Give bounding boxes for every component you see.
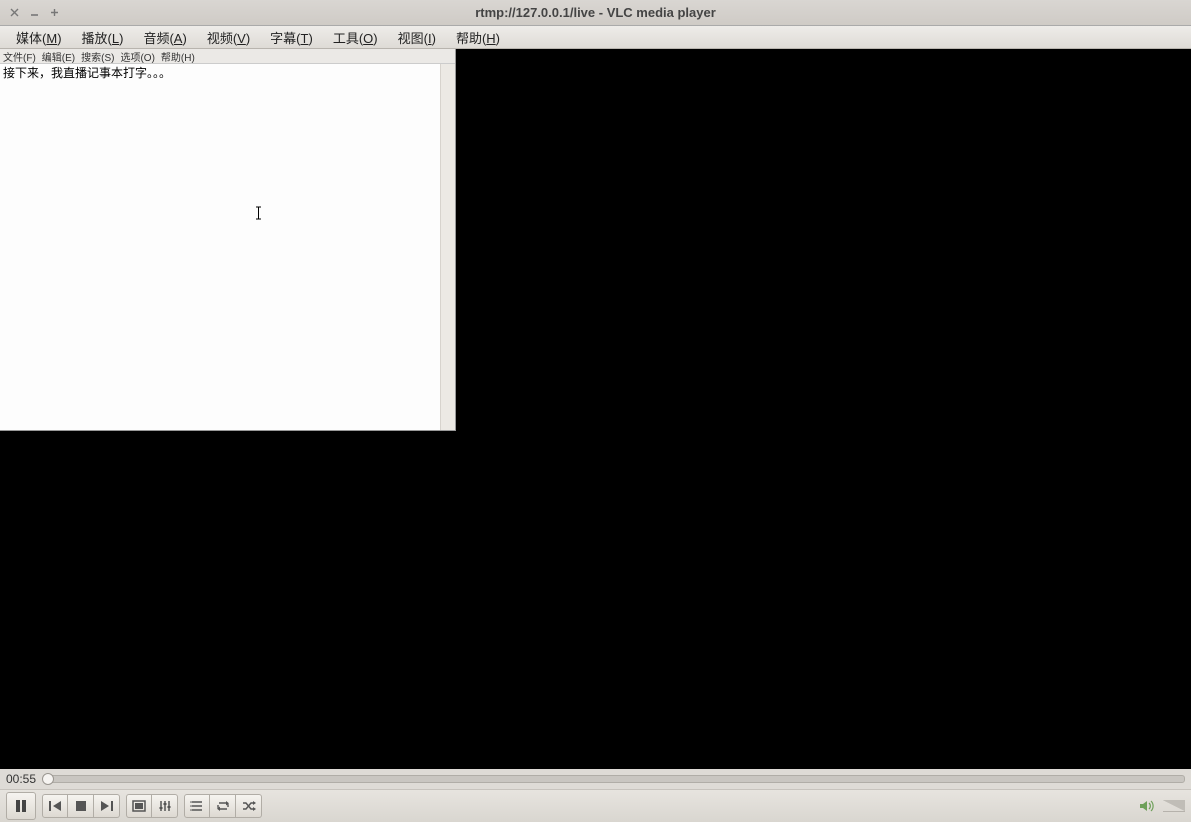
mute-button[interactable] xyxy=(1139,798,1155,814)
shuffle-button[interactable] xyxy=(236,794,262,818)
minimize-icon xyxy=(30,8,39,17)
notepad-menu-edit[interactable]: 编辑(E) xyxy=(42,49,75,64)
menu-subtitle[interactable]: 字幕(T) xyxy=(260,26,323,49)
fullscreen-icon xyxy=(132,800,146,812)
playlist-icon xyxy=(190,800,204,812)
notepad-window: 文件(F) 编辑(E) 搜索(S) 选项(O) 帮助(H) xyxy=(0,49,456,431)
window-titlebar: rtmp://127.0.0.1/live - VLC media player xyxy=(0,0,1191,26)
previous-button[interactable] xyxy=(42,794,68,818)
menu-media[interactable]: 媒体(M) xyxy=(6,26,72,49)
volume-slider[interactable] xyxy=(1163,800,1185,812)
notepad-menubar: 文件(F) 编辑(E) 搜索(S) 选项(O) 帮助(H) xyxy=(0,49,455,63)
stop-button[interactable] xyxy=(68,794,94,818)
loop-icon xyxy=(216,800,230,812)
skip-previous-icon xyxy=(48,800,62,812)
window-title: rtmp://127.0.0.1/live - VLC media player xyxy=(0,5,1191,20)
menu-view[interactable]: 视图(I) xyxy=(388,26,446,49)
menu-audio[interactable]: 音频(A) xyxy=(133,26,196,49)
notepad-scrollbar[interactable] xyxy=(440,64,455,430)
pause-icon xyxy=(15,799,27,813)
maximize-window-button[interactable] xyxy=(48,7,60,19)
minimize-window-button[interactable] xyxy=(28,7,40,19)
skip-next-icon xyxy=(100,800,114,812)
close-icon xyxy=(10,8,19,17)
notepad-textarea-wrap xyxy=(0,63,455,430)
close-window-button[interactable] xyxy=(8,7,20,19)
time-bar: 00:55 xyxy=(0,769,1191,789)
vlc-menubar: 媒体(M) 播放(L) 音频(A) 视频(V) 字幕(T) 工具(O) 视图(I… xyxy=(0,26,1191,49)
stop-icon xyxy=(75,800,87,812)
shuffle-icon xyxy=(242,800,256,812)
menu-playback[interactable]: 播放(L) xyxy=(72,26,134,49)
menu-tools[interactable]: 工具(O) xyxy=(323,26,388,49)
notepad-menu-search[interactable]: 搜索(S) xyxy=(81,49,114,64)
menu-video[interactable]: 视频(V) xyxy=(197,26,260,49)
extended-settings-button[interactable] xyxy=(152,794,178,818)
seek-knob[interactable] xyxy=(42,773,54,785)
seek-slider[interactable] xyxy=(44,775,1185,783)
notepad-textarea[interactable] xyxy=(0,64,440,430)
equalizer-icon xyxy=(158,800,172,812)
speaker-icon xyxy=(1139,799,1155,813)
maximize-icon xyxy=(50,8,59,17)
elapsed-time: 00:55 xyxy=(6,772,36,786)
playlist-button[interactable] xyxy=(184,794,210,818)
fullscreen-button[interactable] xyxy=(126,794,152,818)
window-buttons xyxy=(0,7,60,19)
notepad-menu-options[interactable]: 选项(O) xyxy=(120,49,154,64)
menu-help[interactable]: 帮助(H) xyxy=(446,26,510,49)
repeat-button[interactable] xyxy=(210,794,236,818)
play-pause-button[interactable] xyxy=(6,792,36,820)
next-button[interactable] xyxy=(94,794,120,818)
notepad-menu-help[interactable]: 帮助(H) xyxy=(161,49,195,64)
controls-toolbar xyxy=(0,789,1191,822)
notepad-menu-file[interactable]: 文件(F) xyxy=(3,49,36,64)
